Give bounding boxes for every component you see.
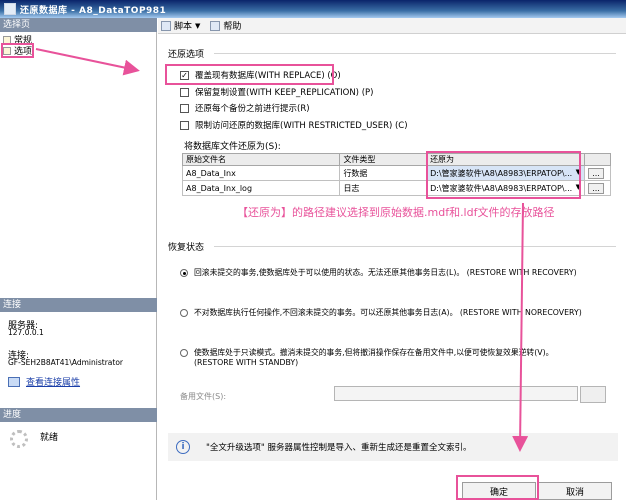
chevron-down-icon: ▼ bbox=[195, 21, 201, 30]
select-page-header: 选择页 bbox=[0, 18, 157, 32]
page-icon bbox=[3, 46, 11, 55]
radio-button[interactable] bbox=[180, 349, 188, 357]
checkbox[interactable] bbox=[180, 103, 189, 113]
restore-options-title: 还原选项 bbox=[168, 50, 205, 60]
radio-label: 使数据库处于只读模式。撤消未提交的事务,但将撤消操作保存在备用文件中,以便可使恢… bbox=[194, 348, 554, 357]
radio-button-selected[interactable] bbox=[180, 269, 188, 277]
connection-properties-icon bbox=[8, 376, 20, 387]
radio-label: 不对数据库执行任何操作,不回滚未提交的事务。可以还原其他事务日志(A)。 (RE… bbox=[194, 308, 582, 317]
option-prompt-before-restore[interactable]: 还原每个备份之前进行提示(R) bbox=[180, 102, 310, 114]
script-button[interactable]: 脚本 ▼ bbox=[161, 19, 200, 32]
radio-label-group: 使数据库处于只读模式。撤消未提交的事务,但将撤消操作保存在备用文件中,以便可使恢… bbox=[194, 348, 553, 368]
standby-file-input[interactable] bbox=[334, 386, 578, 401]
radio-restore-with-norecovery[interactable]: 不对数据库执行任何操作,不回滚未提交的事务。可以还原其他事务日志(A)。 (RE… bbox=[180, 308, 582, 318]
divider bbox=[214, 246, 616, 247]
left-panel: 选择页 常规 选项 连接 服务器: 127.0.0.1 连接: GF-SEH2B… bbox=[0, 18, 157, 500]
option-restricted-user[interactable]: 限制访问还原的数据库(WITH RESTRICTED_USER) (C) bbox=[180, 119, 408, 131]
cell-browse: ... bbox=[584, 165, 611, 181]
files-table-label: 将数据库文件还原为(S): bbox=[184, 142, 281, 152]
radio-label-sub: (RESTORE WITH STANDBY) bbox=[194, 358, 299, 367]
highlight-ok-button bbox=[456, 475, 539, 500]
database-icon bbox=[4, 3, 16, 15]
progress-header: 进度 bbox=[0, 408, 157, 422]
page-item-label: 选项 bbox=[14, 47, 33, 57]
page-item-options[interactable]: 选项 bbox=[0, 43, 35, 58]
window-title: 还原数据库 - A8_DataTOP981 bbox=[20, 5, 167, 16]
cell-file-name: A8_Data_Inx_log bbox=[181, 180, 341, 196]
help-label: 帮助 bbox=[223, 22, 242, 32]
radio-label: 回滚未提交的事务,使数据库处于可以使用的状态。无法还原其他事务日志(L)。 (R… bbox=[194, 268, 577, 277]
radio-button[interactable] bbox=[180, 309, 188, 317]
column-header: 文件类型 bbox=[339, 153, 428, 166]
cell-browse: ... bbox=[584, 180, 611, 196]
script-icon bbox=[161, 20, 171, 31]
highlight-replace-option bbox=[165, 64, 334, 85]
progress-status: 就绪 bbox=[40, 433, 59, 443]
column-header: 原始文件名 bbox=[181, 153, 341, 166]
progress-spinner-icon bbox=[10, 430, 28, 448]
server-value: 127.0.0.1 bbox=[8, 328, 44, 337]
browse-button[interactable]: ... bbox=[588, 167, 604, 179]
info-icon: i bbox=[176, 440, 190, 454]
highlight-restore-as-column bbox=[426, 151, 581, 199]
help-icon bbox=[210, 20, 221, 31]
checkbox[interactable] bbox=[180, 87, 189, 97]
cancel-button[interactable]: 取消 bbox=[538, 482, 612, 500]
info-text: "全文升级选项" 服务器属性控制是导入、重新生成还是重置全文索引。 bbox=[206, 443, 472, 453]
recovery-state-title: 恢复状态 bbox=[168, 243, 205, 253]
options-page: 还原选项 ✓ 覆盖现有数据库(WITH REPLACE) (O) 保留复制设置(… bbox=[158, 35, 626, 500]
browse-button[interactable]: ... bbox=[588, 182, 604, 194]
column-header bbox=[584, 153, 611, 166]
radio-restore-with-recovery[interactable]: 回滚未提交的事务,使数据库处于可以使用的状态。无法还原其他事务日志(L)。 (R… bbox=[180, 268, 577, 278]
toolbar: 脚本 ▼ 帮助 bbox=[158, 18, 626, 34]
view-connection-properties-link[interactable]: 查看连接属性 bbox=[8, 375, 80, 388]
connection-header: 连接 bbox=[0, 298, 157, 312]
info-bar: i "全文升级选项" 服务器属性控制是导入、重新生成还是重置全文索引。 bbox=[168, 433, 618, 461]
cell-file-type: 行数据 bbox=[339, 165, 428, 181]
connection-value: GF-SEH2B8AT41\Administrator bbox=[8, 358, 123, 367]
standby-browse-button[interactable] bbox=[580, 386, 606, 403]
standby-file-label: 备用文件(S): bbox=[180, 392, 227, 401]
radio-restore-with-standby[interactable]: 使数据库处于只读模式。撤消未提交的事务,但将撤消操作保存在备用文件中,以便可使恢… bbox=[180, 348, 553, 368]
help-button[interactable]: 帮助 bbox=[210, 19, 241, 32]
option-keep-replication[interactable]: 保留复制设置(WITH KEEP_REPLICATION) (P) bbox=[180, 86, 373, 98]
option-label: 限制访问还原的数据库(WITH RESTRICTED_USER) (C) bbox=[195, 121, 408, 131]
option-label: 保留复制设置(WITH KEEP_REPLICATION) (P) bbox=[195, 88, 374, 98]
page-icon bbox=[3, 35, 11, 44]
checkbox[interactable] bbox=[180, 120, 189, 130]
divider bbox=[214, 53, 616, 54]
script-label: 脚本 bbox=[174, 22, 193, 32]
link-label: 查看连接属性 bbox=[26, 378, 81, 388]
cell-file-type: 日志 bbox=[339, 180, 428, 196]
option-label: 还原每个备份之前进行提示(R) bbox=[195, 104, 310, 114]
annotation-text: 【还原为】的路径建议选择到原始数据.mdf和.ldf文件的存放路径 bbox=[237, 206, 555, 219]
title-bar: 还原数据库 - A8_DataTOP981 bbox=[0, 0, 626, 18]
cell-file-name: A8_Data_Inx bbox=[181, 165, 341, 181]
